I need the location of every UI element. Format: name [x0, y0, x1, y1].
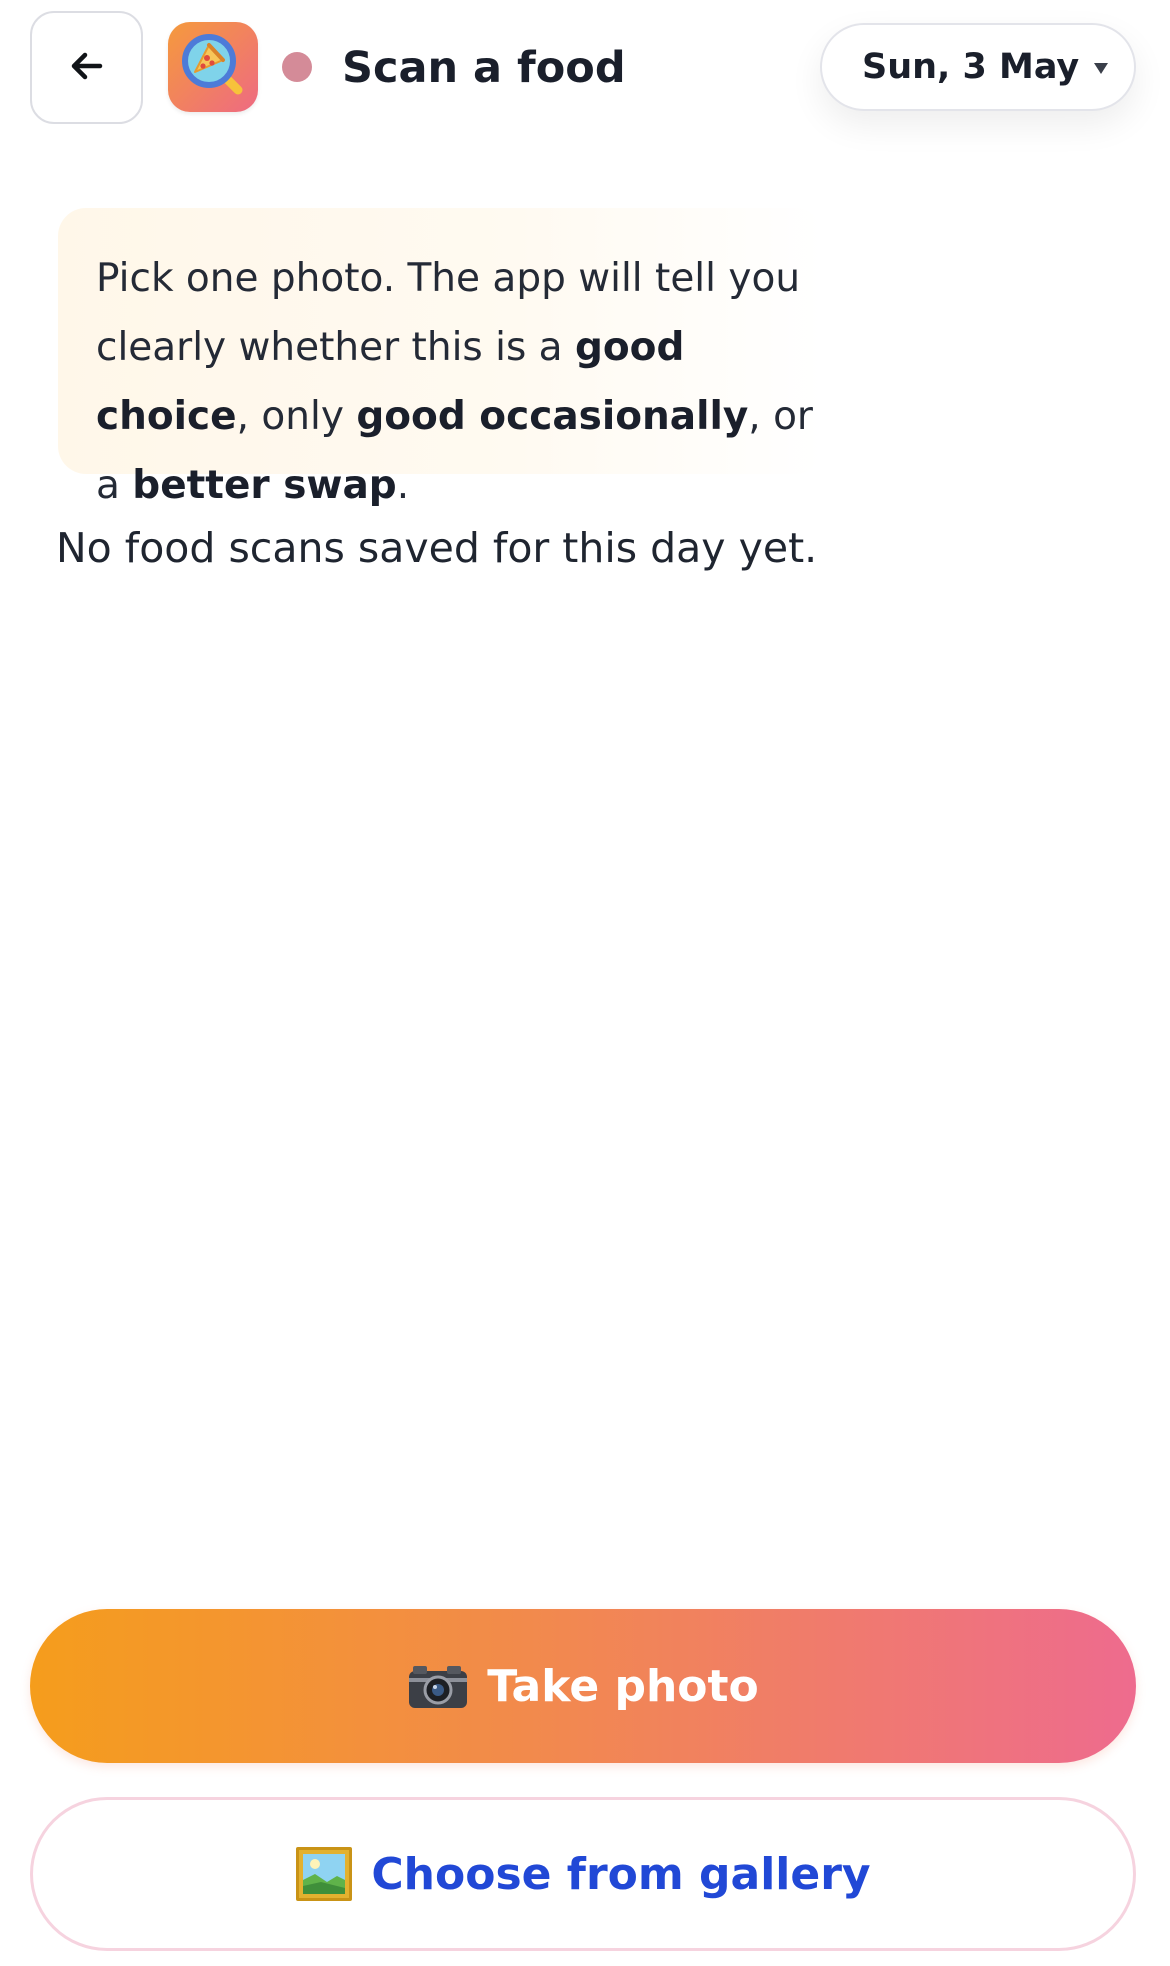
date-picker[interactable]: Sun, 3 May — [820, 23, 1136, 111]
scan-food-screen: Scan a food Sun, 3 May Pick one photo. T… — [0, 0, 1170, 1966]
empty-state-message: No food scans saved for this day yet. — [56, 524, 818, 572]
info-text-emphasis: good occasionally — [356, 394, 749, 439]
page-title: Scan a food — [342, 43, 626, 93]
take-photo-label: Take photo — [487, 1660, 759, 1712]
back-button[interactable] — [30, 11, 143, 124]
take-photo-button[interactable]: Take photo — [30, 1609, 1136, 1763]
chevron-down-icon — [1094, 63, 1108, 74]
arrow-left-icon — [67, 46, 107, 90]
info-text-part: . — [396, 463, 410, 508]
app-icon — [168, 22, 258, 112]
camera-icon — [407, 1662, 469, 1710]
info-text-emphasis: better swap — [132, 463, 397, 508]
info-text: Pick one photo. The app will tell you cl… — [96, 244, 836, 520]
pizza-magnifier-icon — [178, 30, 248, 104]
framed-picture-icon — [295, 1846, 353, 1902]
info-text-part: , only — [236, 394, 357, 439]
status-dot — [282, 52, 312, 82]
info-text-part: Pick one photo. The app will tell you cl… — [96, 256, 801, 370]
choose-from-gallery-button[interactable]: Choose from gallery — [30, 1797, 1136, 1951]
choose-from-gallery-label: Choose from gallery — [371, 1848, 871, 1900]
date-picker-label: Sun, 3 May — [862, 47, 1080, 87]
info-card: Pick one photo. The app will tell you cl… — [58, 208, 823, 508]
